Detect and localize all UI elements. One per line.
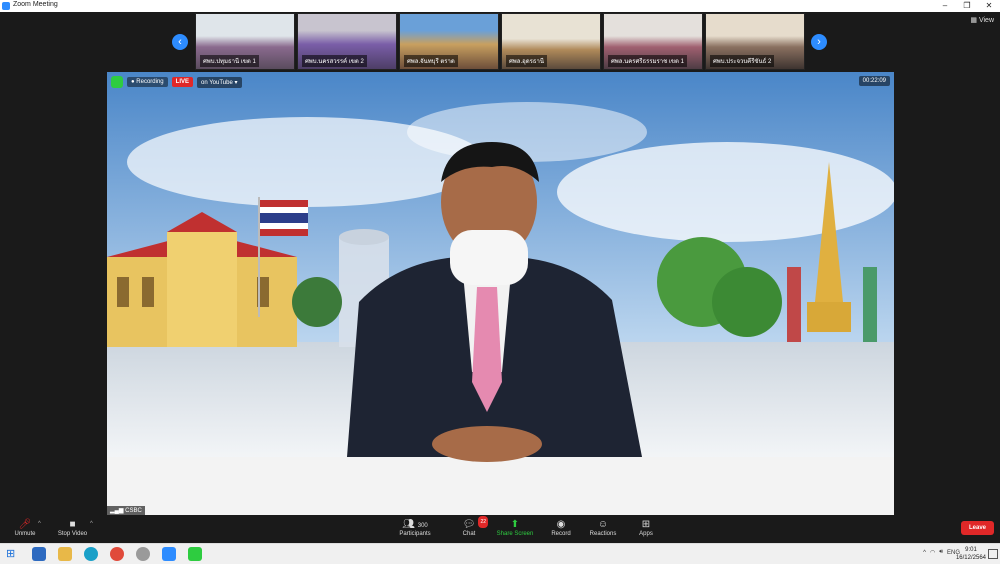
participants-icon: 👥︎ 300 [402, 519, 428, 530]
video-thumbnail[interactable]: ศพบ.ปทุมธานี เขต 1 [195, 13, 295, 70]
next-page-button[interactable]: › [811, 34, 827, 50]
recording-label: Recording [136, 79, 164, 85]
chat-button[interactable]: 💬︎ 22 Chat [458, 516, 488, 537]
apps-button[interactable]: ⊞ Apps [636, 519, 656, 537]
participants-label: Participants [399, 531, 431, 537]
close-icon[interactable]: ✕ [978, 0, 1000, 12]
minimize-icon[interactable]: – [934, 0, 956, 12]
chevron-right-icon: › [817, 36, 821, 48]
reactions-label: Reactions [589, 531, 617, 537]
windows-taskbar: ⊞ ^ ◠ 🔊︎ ENG 9:01 16/12/2564 [0, 543, 1000, 564]
share-screen-icon: ⬆ [510, 519, 520, 530]
meeting-toolbar: 🎤︎ Unmute ^ ■ Stop Video ^ 👥︎ 300 Partic… [0, 515, 1000, 543]
share-screen-label: Share Screen [496, 531, 534, 537]
prev-page-button[interactable]: ‹ [172, 34, 188, 50]
title-bar: Zoom Meeting – ❐ ✕ [0, 0, 1000, 12]
meeting-timer: 00:22:09 [858, 76, 890, 86]
video-camera-icon: ■ [69, 519, 76, 530]
participant-name-tag: ▂▄▆ CSBC [107, 506, 145, 515]
view-button[interactable]: ▦ View [970, 16, 994, 24]
thumbnail-label: ศพบ.ประจวบคีรีขันธ์ 2 [710, 55, 775, 67]
participants-count: 300 [417, 523, 428, 529]
tray-chevron-icon[interactable]: ^ [923, 550, 926, 556]
volume-icon[interactable]: 🔊︎ [939, 549, 943, 556]
chat-icon: 💬︎ 22 [458, 516, 488, 531]
video-thumbnail[interactable]: ศพล.นครศรีธรรมราช เขต 1 [603, 13, 703, 70]
thumbnail-label: ศพล.อุดรธานี [506, 55, 547, 67]
video-thumbnail[interactable]: ศพบ.ประจวบคีรีขันธ์ 2 [705, 13, 805, 70]
thumbnail-label: ศพล.จันทบุรี ตราด [404, 55, 458, 67]
line-icon[interactable] [188, 547, 202, 561]
system-tray: ^ ◠ 🔊︎ ENG [923, 549, 960, 556]
leave-button[interactable]: Leave [960, 521, 994, 535]
shield-icon[interactable] [111, 76, 123, 88]
edge-icon[interactable] [84, 547, 98, 561]
participants-button[interactable]: 👥︎ 300 Participants [396, 519, 434, 537]
thumbnail-label: ศพล.นครศรีธรรมราช เขต 1 [608, 55, 687, 67]
windows-start-icon[interactable]: ⊞ [6, 547, 20, 561]
reactions-icon: ☺ [597, 519, 609, 530]
taskbar-clock[interactable]: 9:01 16/12/2564 [956, 546, 986, 562]
speaker-scene [107, 72, 894, 515]
unmute-button[interactable]: 🎤︎ Unmute [10, 519, 40, 537]
video-thumbnail[interactable]: ศพล.จันทบุรี ตราด [399, 13, 499, 70]
youtube-label: on YouTube [201, 79, 233, 86]
recording-indicator[interactable]: ● Recording [127, 77, 168, 87]
taskbar-app-icon[interactable] [32, 547, 46, 561]
zoom-app-icon [2, 2, 10, 10]
video-options-caret[interactable]: ^ [90, 521, 93, 527]
signal-icon: ▂▄▆ [110, 508, 124, 514]
window-title: Zoom Meeting [13, 1, 58, 8]
live-badge[interactable]: LIVE [171, 77, 193, 87]
chat-label: Chat [462, 531, 476, 537]
thumbnail-label: ศพบ.ปทุมธานี เขต 1 [200, 55, 259, 67]
main-video: ● Recording LIVE on YouTube ▾ 00:22:09 ▂… [107, 72, 894, 515]
participant-name: CSBC [125, 508, 142, 514]
maximize-icon[interactable]: ❐ [956, 0, 978, 12]
thumbnail-strip: ศพบ.ปทุมธานี เขต 1 ศพบ.นครสวรรค์ เขต 2 ศ… [195, 13, 805, 70]
chrome-icon[interactable] [110, 547, 124, 561]
microphone-muted-icon: 🎤︎ [18, 519, 32, 530]
chat-unread-badge: 22 [478, 516, 488, 528]
clock-time: 9:01 [965, 547, 977, 553]
reactions-button[interactable]: ☺ Reactions [588, 519, 618, 537]
file-explorer-icon[interactable] [58, 547, 72, 561]
apps-label: Apps [639, 531, 653, 537]
record-button[interactable]: ◉ Record [549, 519, 573, 537]
notification-icon[interactable] [988, 549, 998, 559]
zoom-taskbar-icon[interactable] [162, 547, 176, 561]
meeting-status-bar: ● Recording LIVE on YouTube ▾ [111, 76, 242, 88]
chevron-left-icon: ‹ [178, 36, 182, 48]
share-screen-button[interactable]: ⬆ Share Screen [495, 519, 535, 537]
youtube-stream-menu[interactable]: on YouTube ▾ [197, 76, 242, 88]
record-icon: ◉ [556, 519, 566, 530]
video-thumbnail[interactable]: ศพล.อุดรธานี [501, 13, 601, 70]
taskbar-app-icon[interactable] [136, 547, 150, 561]
wifi-icon[interactable]: ◠ [930, 549, 935, 556]
video-thumbnail[interactable]: ศพบ.นครสวรรค์ เขต 2 [297, 13, 397, 70]
record-label: Record [551, 531, 571, 537]
unmute-label: Unmute [14, 531, 36, 537]
audio-options-caret[interactable]: ^ [38, 521, 41, 527]
apps-icon: ⊞ [641, 519, 651, 530]
view-label: View [978, 17, 994, 24]
clock-date: 16/12/2564 [955, 555, 986, 561]
thumbnail-label: ศพบ.นครสวรรค์ เขต 2 [302, 55, 367, 67]
stop-video-button[interactable]: ■ Stop Video [55, 519, 90, 537]
stop-video-label: Stop Video [57, 531, 88, 537]
